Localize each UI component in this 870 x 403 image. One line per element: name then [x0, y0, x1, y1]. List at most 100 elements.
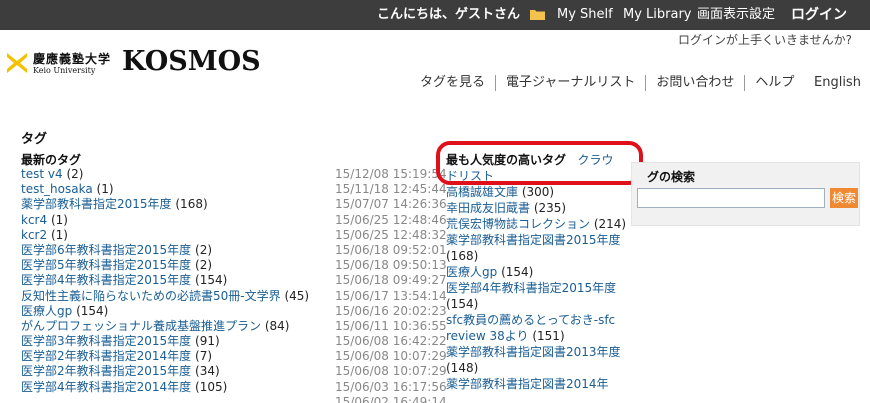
list-item: kcr2 (1) 15/06/25 12:48:32: [21, 227, 447, 243]
tag-date: 15/06/08 10:07:29: [335, 349, 447, 364]
tag-link[interactable]: 医療人gp: [21, 304, 72, 318]
tag-count: (1): [96, 182, 114, 197]
display-settings-link[interactable]: 画面表示設定: [697, 7, 775, 23]
list-item[interactable]: 医療人gp (154): [446, 264, 631, 280]
main-nav: タグを見る 電子ジャーナルリスト お問い合わせ ヘルプ: [420, 75, 804, 91]
tag-count: (168): [446, 249, 479, 263]
tag-link[interactable]: 荒俣宏博物誌コレクション: [446, 217, 590, 231]
logo-university-en: Keio University: [33, 66, 96, 75]
list-item[interactable]: 薬学部教科書指定図書2015年度 (168): [446, 232, 631, 264]
folder-icon: [530, 10, 545, 20]
list-item: 医学部5年教科書指定2015年度 (2) 15/06/18 09:50:13: [21, 258, 447, 273]
tag-count: (154): [501, 265, 534, 279]
list-item[interactable]: 荒俣宏博物誌コレクション (214): [446, 216, 631, 232]
tag-date: 15/06/11 10:36:55: [335, 318, 447, 333]
tag-link[interactable]: 医学部4年教科書指定2015年度: [446, 281, 616, 295]
tag-link[interactable]: 医学部4年教科書指定2015年度: [21, 273, 191, 287]
tag-link[interactable]: 高橋誠雄文庫: [446, 185, 518, 199]
tag-link[interactable]: 医学部2年教科書指定2015年度: [21, 364, 191, 378]
tag-link[interactable]: 医学部4年教科書指定2014年度: [21, 380, 191, 394]
tag-count: (2): [195, 242, 213, 257]
login-help-link[interactable]: ログインが上手くいきませんか?: [678, 31, 852, 48]
tag-search-button[interactable]: 検索: [830, 188, 858, 208]
tag-count: (1): [50, 227, 68, 242]
tag-count: (84): [264, 318, 290, 333]
tag-count: (154): [195, 273, 228, 288]
list-item[interactable]: 薬学部教科書指定図書2013年度 (148): [446, 344, 631, 376]
list-item: 反知性主義に陥らないための必読書50冊-文学界 (45) 15/06/17 13…: [21, 288, 447, 304]
list-item: 薬学部教科書指定2015年度 (168) 15/07/07 14:26:36: [21, 197, 447, 212]
tag-link[interactable]: 医学部6年教科書指定2015年度: [21, 243, 191, 257]
tag-date: 15/12/08 15:19:54: [335, 167, 447, 181]
tag-count: (2): [66, 167, 84, 181]
list-item[interactable]: sfc教員の薦めるとっておき-sfc review 38より (151): [446, 312, 631, 344]
login-link[interactable]: ログイン: [791, 7, 847, 23]
tag-count: (7): [195, 349, 213, 364]
tag-link[interactable]: がんプロフェッショナル養成基盤推進プラン: [21, 319, 261, 333]
tag-date: 15/06/08 16:42:22: [335, 334, 447, 349]
tag-date: 15/06/18 09:52:01: [335, 242, 447, 257]
top-bar: こんにちは、ゲストさん My Shelf My Library 画面表示設定 ロ…: [0, 0, 870, 30]
list-item[interactable]: 薬学部教科書指定図書2014年: [446, 376, 631, 392]
nav-item-ejournal[interactable]: 電子ジャーナルリスト: [495, 75, 645, 91]
nav-item-contact[interactable]: お問い合わせ: [645, 75, 744, 91]
nav-item-help[interactable]: ヘルプ: [744, 75, 804, 91]
tag-count: (148): [446, 361, 479, 375]
tag-search-input[interactable]: [637, 188, 825, 208]
logo-university-jp: 慶應義塾大学: [33, 52, 112, 66]
list-item[interactable]: 医学部4年教科書指定2015年度 (154): [446, 280, 631, 312]
tag-date: 15/06/25 12:48:32: [335, 227, 447, 242]
list-item: がんプロフェッショナル養成基盤推進プラン (84) 15/06/11 10:36…: [21, 318, 447, 334]
tag-count: (154): [76, 303, 109, 318]
tag-link[interactable]: 医学部3年教科書指定2015年度: [21, 334, 191, 348]
tag-date: 15/06/02 16:49:14: [335, 394, 447, 403]
tag-date: 15/06/18 09:49:27: [335, 273, 447, 288]
list-item: 医学部2年教科書指定2014年度 (7) 15/06/08 10:07:29: [21, 349, 447, 364]
list-item: 医学部2年教科書指定2015年度 (34) 15/06/08 10:07:29: [21, 364, 447, 379]
tag-link[interactable]: 薬学部教科書指定図書2015年度: [446, 233, 621, 247]
keio-logo-icon[interactable]: [5, 51, 29, 75]
nav-item-tags[interactable]: タグを見る: [420, 75, 495, 91]
list-item: 医療人gp (154) 15/06/16 20:02:23: [21, 303, 447, 319]
list-item: test v4 (2) 15/12/08 15:19:54: [21, 167, 447, 182]
list-item[interactable]: 高橋誠雄文庫 (300): [446, 184, 631, 200]
tag-count: (154): [446, 297, 479, 311]
list-item: 医学部6年教科書指定2015年度 (2) 15/06/18 09:52:01: [21, 242, 447, 258]
tag-count: (300): [521, 185, 555, 199]
highlight-annotation: [436, 141, 643, 185]
tag-link[interactable]: 医学部2年教科書指定2014年度: [21, 349, 191, 363]
tag-link[interactable]: test_hosaka: [21, 182, 93, 196]
tag-link[interactable]: 医療人gp: [446, 265, 497, 279]
tag-link[interactable]: 幸田成友旧蔵書: [446, 201, 530, 215]
tag-link[interactable]: 薬学部教科書指定図書2014年: [446, 377, 609, 391]
list-item: 15/06/02 16:49:14: [21, 395, 447, 403]
list-item: 医学部4年教科書指定2014年度 (105) 15/06/03 16:17:56: [21, 379, 447, 395]
tag-count: (34): [195, 364, 220, 379]
tag-link[interactable]: kcr2: [21, 228, 47, 242]
tag-link[interactable]: 医学部5年教科書指定2015年度: [21, 258, 191, 272]
my-shelf-link[interactable]: My Shelf: [557, 7, 613, 23]
tag-link[interactable]: sfc教員の薦めるとっておき-sfc review 38より: [446, 313, 615, 343]
tag-date: 15/11/18 12:45:44: [335, 182, 447, 197]
tag-link[interactable]: 反知性主義に陥らないための必読書50冊-文学界: [21, 289, 281, 303]
popular-tags-column: 最も人気度の高いタグ クラウ ドリスト 高橋誠雄文庫 (300) 幸田成友旧蔵書…: [446, 152, 631, 392]
list-item: test_hosaka (1) 15/11/18 12:45:44: [21, 182, 447, 197]
logo-kosmos[interactable]: KOSMOS: [122, 46, 261, 77]
tag-date: 15/06/17 13:54:14: [335, 288, 447, 303]
tag-date: 15/06/16 20:02:23: [335, 303, 447, 318]
nav-english-link[interactable]: English: [814, 75, 861, 90]
page-title: タグ: [21, 132, 48, 147]
tag-link[interactable]: 薬学部教科書指定2015年度: [21, 197, 172, 211]
tag-count: (151): [532, 329, 565, 343]
list-item[interactable]: 幸田成友旧蔵書 (235): [446, 200, 631, 216]
tag-link[interactable]: kcr4: [21, 213, 47, 227]
tag-count: (105): [195, 379, 228, 394]
my-library-link[interactable]: My Library: [623, 7, 692, 23]
tag-date: 15/06/08 10:07:29: [335, 364, 447, 379]
tag-link[interactable]: test v4: [21, 167, 63, 181]
tag-count: (91): [195, 334, 220, 349]
tag-link[interactable]: 薬学部教科書指定図書2013年度: [446, 345, 621, 359]
list-item: 医学部4年教科書指定2015年度 (154) 15/06/18 09:49:27: [21, 273, 447, 288]
tag-date: 15/06/25 12:48:46: [335, 212, 447, 227]
tag-count: (45): [284, 288, 310, 303]
